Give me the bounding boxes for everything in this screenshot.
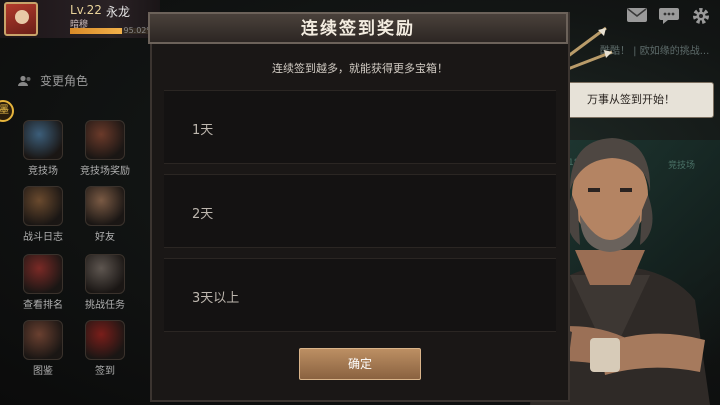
sidebar-item-label: 战斗日志 — [23, 232, 63, 243]
reward-row: 2天 — [164, 174, 556, 248]
challenge-task-icon — [85, 254, 125, 294]
users-icon — [18, 75, 32, 87]
reward-row-label: 1天 — [192, 123, 214, 138]
battle-log-icon — [23, 186, 63, 226]
sidebar-item[interactable]: 图鉴 — [8, 320, 78, 377]
sidebar-item-label: 签到 — [95, 366, 115, 377]
player-level: Lv.22 — [70, 3, 102, 17]
sidebar-item[interactable]: 查看排名 — [8, 254, 78, 311]
dialog-subtitle: 连续签到越多，就能获得更多宝箱！ — [272, 62, 448, 75]
sidebar-item-label: 查看排名 — [23, 300, 63, 311]
dialog-title: 连续签到奖励 — [301, 19, 415, 39]
sidebar-item[interactable]: 签到 — [70, 320, 140, 377]
change-role-button[interactable]: 变更角色 — [18, 72, 88, 89]
mail-icon[interactable] — [626, 6, 648, 26]
xp-bar-fill — [70, 28, 122, 34]
npc-speech-bubble: 万事从签到开始！ — [548, 82, 714, 118]
avatar[interactable] — [4, 2, 38, 36]
ranking-icon — [23, 254, 63, 294]
reward-row-label: 3天以上 — [192, 291, 240, 306]
checkin-icon — [85, 320, 125, 360]
top-icon-bar — [626, 6, 712, 26]
player-name: 永龙 — [106, 5, 131, 19]
arena-reward-icon — [85, 120, 125, 160]
sidebar-item-label: 竞技场奖励 — [80, 166, 130, 177]
handbook-icon — [23, 320, 63, 360]
friends-icon — [85, 186, 125, 226]
change-role-label: 变更角色 — [40, 74, 89, 88]
arena-icon — [23, 120, 63, 160]
sidebar-item-label: 图鉴 — [33, 366, 53, 377]
chat-icon[interactable] — [658, 6, 680, 26]
sidebar-item[interactable]: 好友 — [70, 186, 140, 243]
sidebar-item-label: 挑战任务 — [85, 300, 125, 311]
news-ticker: 酷酷！ | 欧如缘的挑战... — [600, 46, 710, 57]
sidebar-item[interactable]: 战斗日志 — [8, 186, 78, 243]
reward-row-label: 2天 — [192, 207, 214, 222]
settings-icon[interactable] — [690, 6, 712, 26]
reward-row: 3天以上 — [164, 258, 556, 332]
reward-row: 1天 — [164, 90, 556, 164]
sidebar-item[interactable]: 挑战任务 — [70, 254, 140, 311]
sidebar-item-label: 竞技场 — [28, 166, 58, 177]
sidebar-item[interactable]: 竞技场奖励 — [70, 120, 140, 177]
sidebar-item-label: 好友 — [95, 232, 115, 243]
sidebar-item[interactable]: 竞技场 — [8, 120, 78, 177]
player-info-bar[interactable]: Lv.22 永龙 暗穆 95.02% — [0, 0, 160, 38]
confirm-button[interactable]: 确定 — [299, 348, 421, 380]
